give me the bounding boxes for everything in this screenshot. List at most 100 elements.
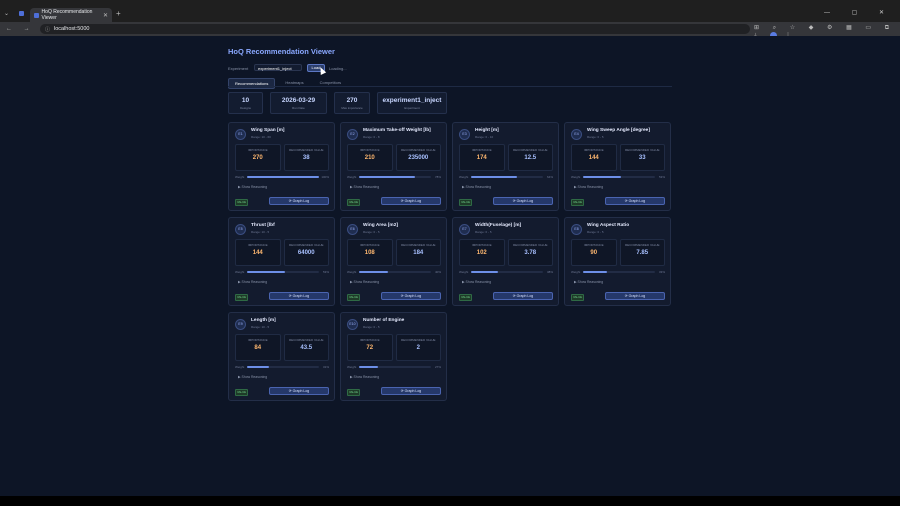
- show-reasoning-toggle[interactable]: ▶ Show Reasoning: [238, 185, 267, 189]
- stat-value: experiment1_inject: [382, 97, 442, 104]
- weight-label: Weight: [235, 270, 245, 274]
- weight-row: Weight 100%: [235, 175, 329, 179]
- weight-row: Weight 33%: [571, 270, 665, 274]
- card-actions: VALUE ⟳ Graph Log: [347, 292, 441, 301]
- recommended-box: RECOMMENDED VALUE 235000: [395, 144, 441, 171]
- url-text: localhost:5000: [54, 26, 90, 32]
- recommendation-grid: E1 Wing Span [m] Range: 10 - 60 IMPORTAN…: [228, 122, 671, 401]
- pinned-tab-favicon[interactable]: [19, 11, 24, 16]
- stats-row: 10 Designs 2026-03-29 Run Date 270 Max i…: [228, 92, 447, 114]
- show-reasoning-toggle[interactable]: ▶ Show Reasoning: [350, 280, 379, 284]
- page-title: HoQ Recommendation Viewer: [228, 47, 335, 56]
- show-reasoning-toggle[interactable]: ▶ Show Reasoning: [574, 280, 603, 284]
- weight-row: Weight 31%: [235, 365, 329, 369]
- stat-max-importance: 270 Max importance: [334, 92, 370, 114]
- site-info-icon[interactable]: ⓘ: [45, 26, 50, 33]
- graph-log-button[interactable]: ⟳ Graph Log: [381, 292, 441, 300]
- tab-recommendations[interactable]: Recommendations: [228, 78, 276, 89]
- new-tab-button[interactable]: +: [116, 9, 121, 18]
- importance-box: IMPORTANCE 144: [571, 144, 617, 171]
- weight-label: Weight: [571, 270, 581, 274]
- weight-track: [247, 271, 319, 273]
- show-reasoning-toggle[interactable]: ▶ Show Reasoning: [238, 280, 267, 284]
- recommended-value: 2: [416, 344, 420, 351]
- importance-value: 210: [364, 154, 375, 161]
- weight-percent: 100%: [321, 175, 329, 179]
- experiment-select[interactable]: experiment1_inject: [254, 64, 302, 71]
- weight-fill: [359, 176, 416, 178]
- tab-heatmaps[interactable]: Heatmaps: [279, 78, 309, 89]
- value-badge: VALUE: [235, 198, 248, 206]
- importance-box: IMPORTANCE 174: [459, 144, 505, 171]
- stat-label: Designs: [240, 106, 251, 110]
- weight-percent: 33%: [658, 270, 665, 274]
- graph-log-button[interactable]: ⟳ Graph Log: [381, 387, 441, 395]
- card-number-badge: E4: [571, 129, 582, 140]
- graph-log-button[interactable]: ⟳ Graph Log: [493, 197, 553, 205]
- recommended-label: RECOMMENDED VALUE: [624, 243, 660, 247]
- url-input[interactable]: ⓘ localhost:5000: [40, 24, 750, 34]
- recommended-value: 43.5: [300, 344, 313, 351]
- show-reasoning-toggle[interactable]: ▶ Show Reasoning: [462, 280, 491, 284]
- graph-log-button[interactable]: ⟳ Graph Log: [269, 387, 329, 395]
- graph-log-button[interactable]: ⟳ Graph Log: [269, 197, 329, 205]
- show-reasoning-toggle[interactable]: ▶ Show Reasoning: [574, 185, 603, 189]
- recommended-label: RECOMMENDED VALUE: [400, 148, 436, 152]
- weight-fill: [247, 366, 270, 368]
- card-title: Wing Span [m]: [251, 128, 285, 133]
- recommended-label: RECOMMENDED VALUE: [288, 243, 324, 247]
- card-actions: VALUE ⟳ Graph Log: [347, 387, 441, 396]
- importance-box: IMPORTANCE 270: [235, 144, 281, 171]
- card-range: Range: 0 - 10: [475, 135, 494, 139]
- recommendation-card: E9 Length [m] Range: 10 - 5 IMPORTANCE 8…: [228, 312, 335, 401]
- weight-track: [471, 176, 543, 178]
- recommendation-card: E7 Width(Fuselage) [m] Range: 0 - 5 IMPO…: [452, 217, 559, 306]
- card-title: Number of Engine: [363, 318, 405, 323]
- weight-row: Weight 38%: [459, 270, 553, 274]
- weight-fill: [471, 176, 518, 178]
- importance-label: IMPORTANCE: [359, 243, 380, 247]
- value-badge: VALUE: [571, 293, 584, 301]
- graph-log-button[interactable]: ⟳ Graph Log: [493, 292, 553, 300]
- weight-row: Weight 64%: [459, 175, 553, 179]
- tab-close-icon[interactable]: ✕: [103, 12, 108, 19]
- importance-label: IMPORTANCE: [247, 243, 268, 247]
- card-actions: VALUE ⟳ Graph Log: [459, 197, 553, 206]
- recommended-value: 235000: [408, 154, 429, 161]
- card-values: IMPORTANCE 102 RECOMMENDED VALUE 3.78: [459, 239, 553, 266]
- graph-log-button[interactable]: ⟳ Graph Log: [605, 197, 665, 205]
- card-title: Height [m]: [475, 128, 499, 133]
- weight-fill: [247, 176, 319, 178]
- card-title: Wing Area [m2]: [363, 223, 398, 228]
- tab-divider: [228, 86, 672, 87]
- card-range: Range: 0 - 5: [363, 230, 380, 234]
- graph-log-button[interactable]: ⟳ Graph Log: [269, 292, 329, 300]
- show-reasoning-toggle[interactable]: ▶ Show Reasoning: [462, 185, 491, 189]
- graph-log-button[interactable]: ⟳ Graph Log: [605, 292, 665, 300]
- card-actions: VALUE ⟳ Graph Log: [571, 292, 665, 301]
- show-reasoning-toggle[interactable]: ▶ Show Reasoning: [350, 375, 379, 379]
- card-range: Range: 0 - 8: [363, 135, 380, 139]
- recommended-value: 3.78: [524, 249, 537, 256]
- importance-label: IMPORTANCE: [471, 243, 492, 247]
- weight-row: Weight 40%: [347, 270, 441, 274]
- graph-log-button[interactable]: ⟳ Graph Log: [381, 197, 441, 205]
- card-range: Range: 0 - 5: [363, 325, 380, 329]
- browser-tab[interactable]: HoQ Recommendation Viewer ✕: [30, 8, 112, 22]
- weight-track: [359, 176, 431, 178]
- weight-percent: 27%: [434, 365, 441, 369]
- card-title: Maximum Take-off Weight [lb]: [363, 128, 431, 133]
- tab-competitors[interactable]: Competitors: [314, 78, 348, 89]
- tab-strip: ⌄ HoQ Recommendation Viewer ✕ + — ▢ ✕: [0, 8, 900, 22]
- tab-search-icon[interactable]: ⌄: [4, 10, 9, 17]
- card-range: Range: 0 - 5: [587, 135, 604, 139]
- weight-label: Weight: [571, 175, 581, 179]
- importance-label: IMPORTANCE: [247, 148, 268, 152]
- show-reasoning-toggle[interactable]: ▶ Show Reasoning: [350, 185, 379, 189]
- weight-track: [247, 176, 319, 178]
- show-reasoning-toggle[interactable]: ▶ Show Reasoning: [238, 375, 267, 379]
- importance-label: IMPORTANCE: [583, 148, 604, 152]
- weight-row: Weight 27%: [347, 365, 441, 369]
- weight-fill: [471, 271, 499, 273]
- window-controls[interactable]: — ▢ ✕: [824, 9, 894, 16]
